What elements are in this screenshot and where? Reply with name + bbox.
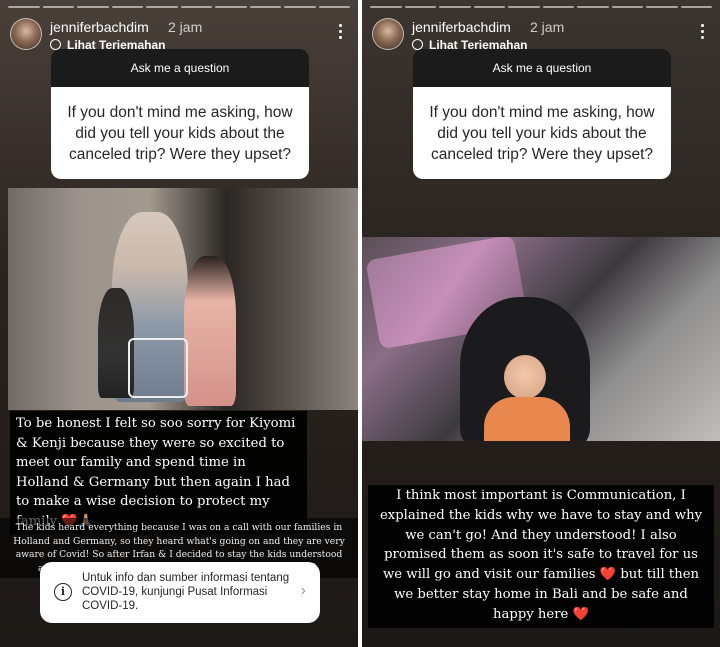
question-text: If you don't mind me asking, how did you… (51, 87, 309, 179)
photo-stroller (128, 338, 188, 398)
story-photo (8, 188, 358, 410)
chevron-right-icon: › (300, 582, 306, 599)
covid-info-banner[interactable]: i Untuk info dan sumber informasi tentan… (40, 562, 320, 623)
info-icon: i (54, 583, 72, 601)
story-right[interactable]: jenniferbachdim 2 jam Lihat Terjemahan A… (362, 0, 720, 647)
story-progress-bar (8, 6, 350, 8)
story-progress-bar (370, 6, 712, 8)
story-left[interactable]: jenniferbachdim 2 jam Lihat Terjemahan A… (0, 0, 358, 647)
question-header: Ask me a question (51, 49, 309, 87)
story-caption-main: I think most important is Communication,… (368, 485, 714, 628)
photo-child-2 (184, 256, 236, 406)
username[interactable]: jenniferbachdim (412, 19, 511, 35)
covid-info-text: Untuk info dan sumber informasi tentang … (82, 572, 290, 612)
story-photo (362, 237, 720, 441)
story-header: jenniferbachdim 2 jam Lihat Terjemahan (372, 14, 710, 54)
avatar[interactable] (372, 18, 404, 50)
question-sticker[interactable]: Ask me a question If you don't mind me a… (51, 49, 309, 179)
question-header: Ask me a question (413, 49, 671, 87)
username[interactable]: jenniferbachdim (50, 19, 149, 35)
avatar[interactable] (10, 18, 42, 50)
question-text: If you don't mind me asking, how did you… (413, 87, 671, 179)
story-caption-main: To be honest I felt so soo sorry for Kiy… (10, 411, 307, 534)
post-time: 2 jam (168, 19, 203, 35)
more-options-icon[interactable] (700, 24, 706, 42)
more-options-icon[interactable] (338, 24, 344, 42)
photo-baby-clothes (484, 397, 570, 441)
question-sticker[interactable]: Ask me a question If you don't mind me a… (413, 49, 671, 179)
story-header: jenniferbachdim 2 jam Lihat Terjemahan (10, 14, 348, 54)
post-time: 2 jam (530, 19, 565, 35)
photo-baby-face (504, 355, 546, 399)
